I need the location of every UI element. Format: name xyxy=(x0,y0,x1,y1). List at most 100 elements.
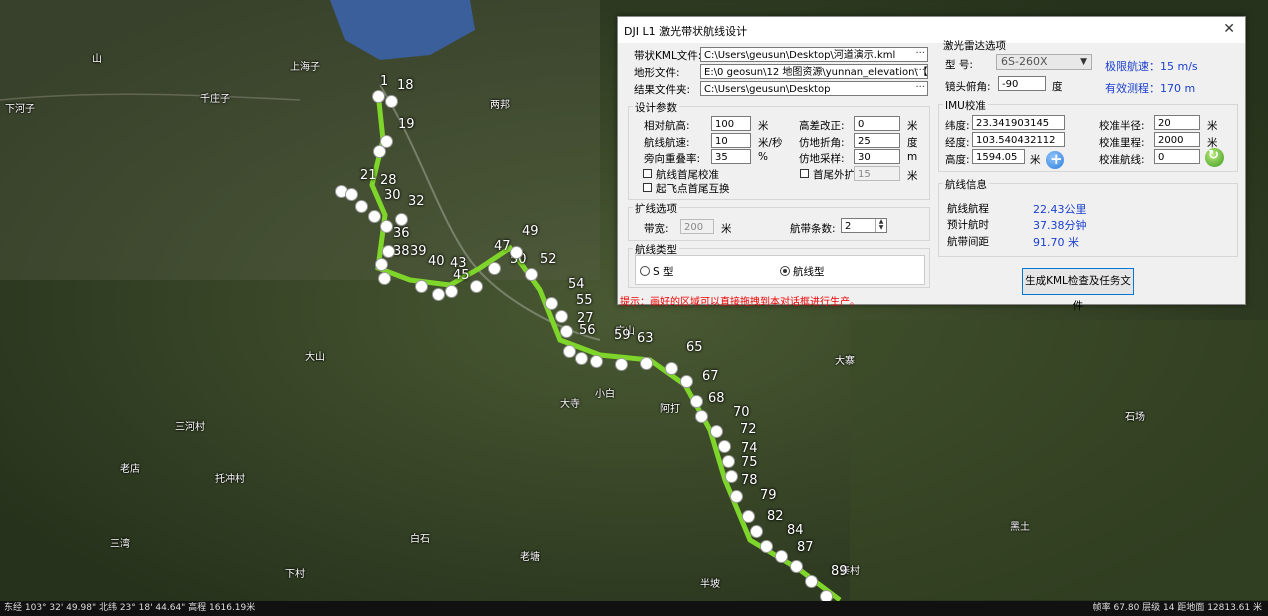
waypoint-label: 82 xyxy=(767,509,784,524)
route-type-radio[interactable] xyxy=(780,266,790,276)
first-last-calibration-checkbox[interactable] xyxy=(643,169,652,178)
waypoint-label: 68 xyxy=(708,391,725,406)
lon-input[interactable]: 103.540432112 xyxy=(972,132,1065,147)
waypoint-marker[interactable] xyxy=(742,510,755,523)
waypoint-marker[interactable] xyxy=(345,188,358,201)
waypoint-label: 47 xyxy=(494,239,511,254)
waypoint-label: 74 xyxy=(741,441,758,456)
waypoint-marker[interactable] xyxy=(445,285,458,298)
waypoint-marker[interactable] xyxy=(640,357,653,370)
extend-ends-checkbox[interactable] xyxy=(800,169,809,178)
waypoint-marker[interactable] xyxy=(415,280,428,293)
waypoint-marker[interactable] xyxy=(590,355,603,368)
terrain-file-field[interactable]: E:\0 geosun\12 地图资源\yunnan_elevation\【红河… xyxy=(700,64,928,79)
s-type-radio[interactable] xyxy=(640,266,650,276)
tilt-input[interactable]: -90 xyxy=(998,76,1046,91)
waypoint-marker[interactable] xyxy=(790,560,803,573)
waypoint-marker[interactable] xyxy=(560,325,573,338)
waypoint-marker[interactable] xyxy=(722,455,735,468)
waypoint-marker[interactable] xyxy=(488,262,501,275)
waypoint-marker[interactable] xyxy=(470,280,483,293)
browse-kml-button[interactable]: ··· xyxy=(915,48,925,61)
waypoint-marker[interactable] xyxy=(665,362,678,375)
waypoint-label: 67 xyxy=(702,369,719,384)
waypoint-marker[interactable] xyxy=(382,245,395,258)
band-count-label: 航带条数: xyxy=(790,223,836,235)
band-count-spinner[interactable]: 2 ▲ ▼ xyxy=(841,218,887,233)
map-place-label: 上海子 xyxy=(290,62,320,73)
radius-input[interactable]: 20 xyxy=(1154,115,1200,130)
waypoint-marker[interactable] xyxy=(380,220,393,233)
swap-takeoff-checkbox[interactable] xyxy=(643,183,652,192)
alt-input[interactable]: 1594.05 xyxy=(972,149,1025,164)
waypoint-marker[interactable] xyxy=(563,345,576,358)
terrain-angle-input[interactable]: 25 xyxy=(854,133,900,148)
waypoint-marker[interactable] xyxy=(710,425,723,438)
elev-fix-input[interactable]: 0 xyxy=(854,116,900,131)
waypoint-marker[interactable] xyxy=(690,395,703,408)
calib-route-label: 校准航线: xyxy=(1099,154,1145,166)
lat-input[interactable]: 23.341903145 xyxy=(972,115,1065,130)
browse-terrain-button[interactable]: ··· xyxy=(915,65,925,78)
waypoint-marker[interactable] xyxy=(375,258,388,271)
waypoint-marker[interactable] xyxy=(395,213,408,226)
map-place-label: 大寺 xyxy=(560,399,580,410)
speed-input[interactable]: 10 xyxy=(711,133,751,148)
dialog-titlebar[interactable]: DJI L1 激光带状航线设计 ✕ xyxy=(618,17,1245,43)
lat-label: 纬度: xyxy=(945,120,970,132)
rel-height-input[interactable]: 100 xyxy=(711,116,751,131)
distance-input[interactable]: 2000 xyxy=(1154,132,1200,147)
band-width-input[interactable]: 200 xyxy=(680,219,714,234)
waypoint-marker[interactable] xyxy=(372,90,385,103)
calib-route-input[interactable]: 0 xyxy=(1154,149,1200,164)
terrain-label: 地形文件: xyxy=(634,67,680,79)
waypoint-marker[interactable] xyxy=(760,540,773,553)
waypoint-label: 79 xyxy=(760,488,777,503)
waypoint-marker[interactable] xyxy=(378,272,391,285)
extend-value-input[interactable]: 15 xyxy=(854,166,900,181)
waypoint-marker[interactable] xyxy=(385,95,398,108)
waypoint-label: 38 xyxy=(393,244,410,259)
waypoint-marker[interactable] xyxy=(695,410,708,423)
waypoint-marker[interactable] xyxy=(805,575,818,588)
distance-label: 校准里程: xyxy=(1099,137,1145,149)
waypoint-marker[interactable] xyxy=(718,440,731,453)
close-icon[interactable]: ✕ xyxy=(1223,21,1235,37)
waypoint-marker[interactable] xyxy=(615,358,628,371)
map-place-label: 小白 xyxy=(595,389,615,400)
overlap-unit: % xyxy=(758,151,768,163)
waypoint-marker[interactable] xyxy=(545,297,558,310)
result-folder-field[interactable]: C:\Users\geusun\Desktop ··· xyxy=(700,81,928,96)
waypoint-marker[interactable] xyxy=(368,210,381,223)
generate-kml-button[interactable]: 生成KML检查及任务文件 xyxy=(1022,268,1134,312)
waypoint-marker[interactable] xyxy=(510,246,523,259)
terrain-sample-input[interactable]: 30 xyxy=(854,149,900,164)
waypoint-marker[interactable] xyxy=(775,550,788,563)
kml-file-field[interactable]: C:\Users\geusun\Desktop\河道演示.kml ··· xyxy=(700,47,928,62)
overlap-input[interactable]: 35 xyxy=(711,149,751,164)
waypoint-marker[interactable] xyxy=(373,145,386,158)
waypoint-label: 1 xyxy=(380,74,389,89)
waypoint-marker[interactable] xyxy=(750,525,763,538)
waypoint-marker[interactable] xyxy=(555,310,568,323)
map-place-label: 阿打 xyxy=(660,404,680,415)
add-point-icon[interactable]: + xyxy=(1046,150,1064,169)
browse-result-button[interactable]: ··· xyxy=(915,82,925,95)
waypoint-marker[interactable] xyxy=(432,288,445,301)
map-place-label: 下河子 xyxy=(5,104,35,115)
waypoint-marker[interactable] xyxy=(680,375,693,388)
waypoint-marker[interactable] xyxy=(725,470,738,483)
waypoint-label: 49 xyxy=(522,224,539,239)
waypoint-marker[interactable] xyxy=(525,268,538,281)
waypoint-marker[interactable] xyxy=(355,200,368,213)
radius-label: 校准半径: xyxy=(1099,120,1145,132)
model-select[interactable]: 6S-260X ▼ xyxy=(996,54,1092,70)
refresh-icon[interactable]: ↻ xyxy=(1205,148,1224,167)
waypoint-label: 70 xyxy=(733,405,750,420)
waypoint-marker[interactable] xyxy=(575,352,588,365)
waypoint-label: 39 xyxy=(410,244,427,259)
map-place-label: 黑土 xyxy=(1010,522,1030,533)
waypoint-label: 52 xyxy=(540,252,557,267)
spinner-arrows-icon[interactable]: ▲ ▼ xyxy=(875,219,886,232)
waypoint-marker[interactable] xyxy=(730,490,743,503)
